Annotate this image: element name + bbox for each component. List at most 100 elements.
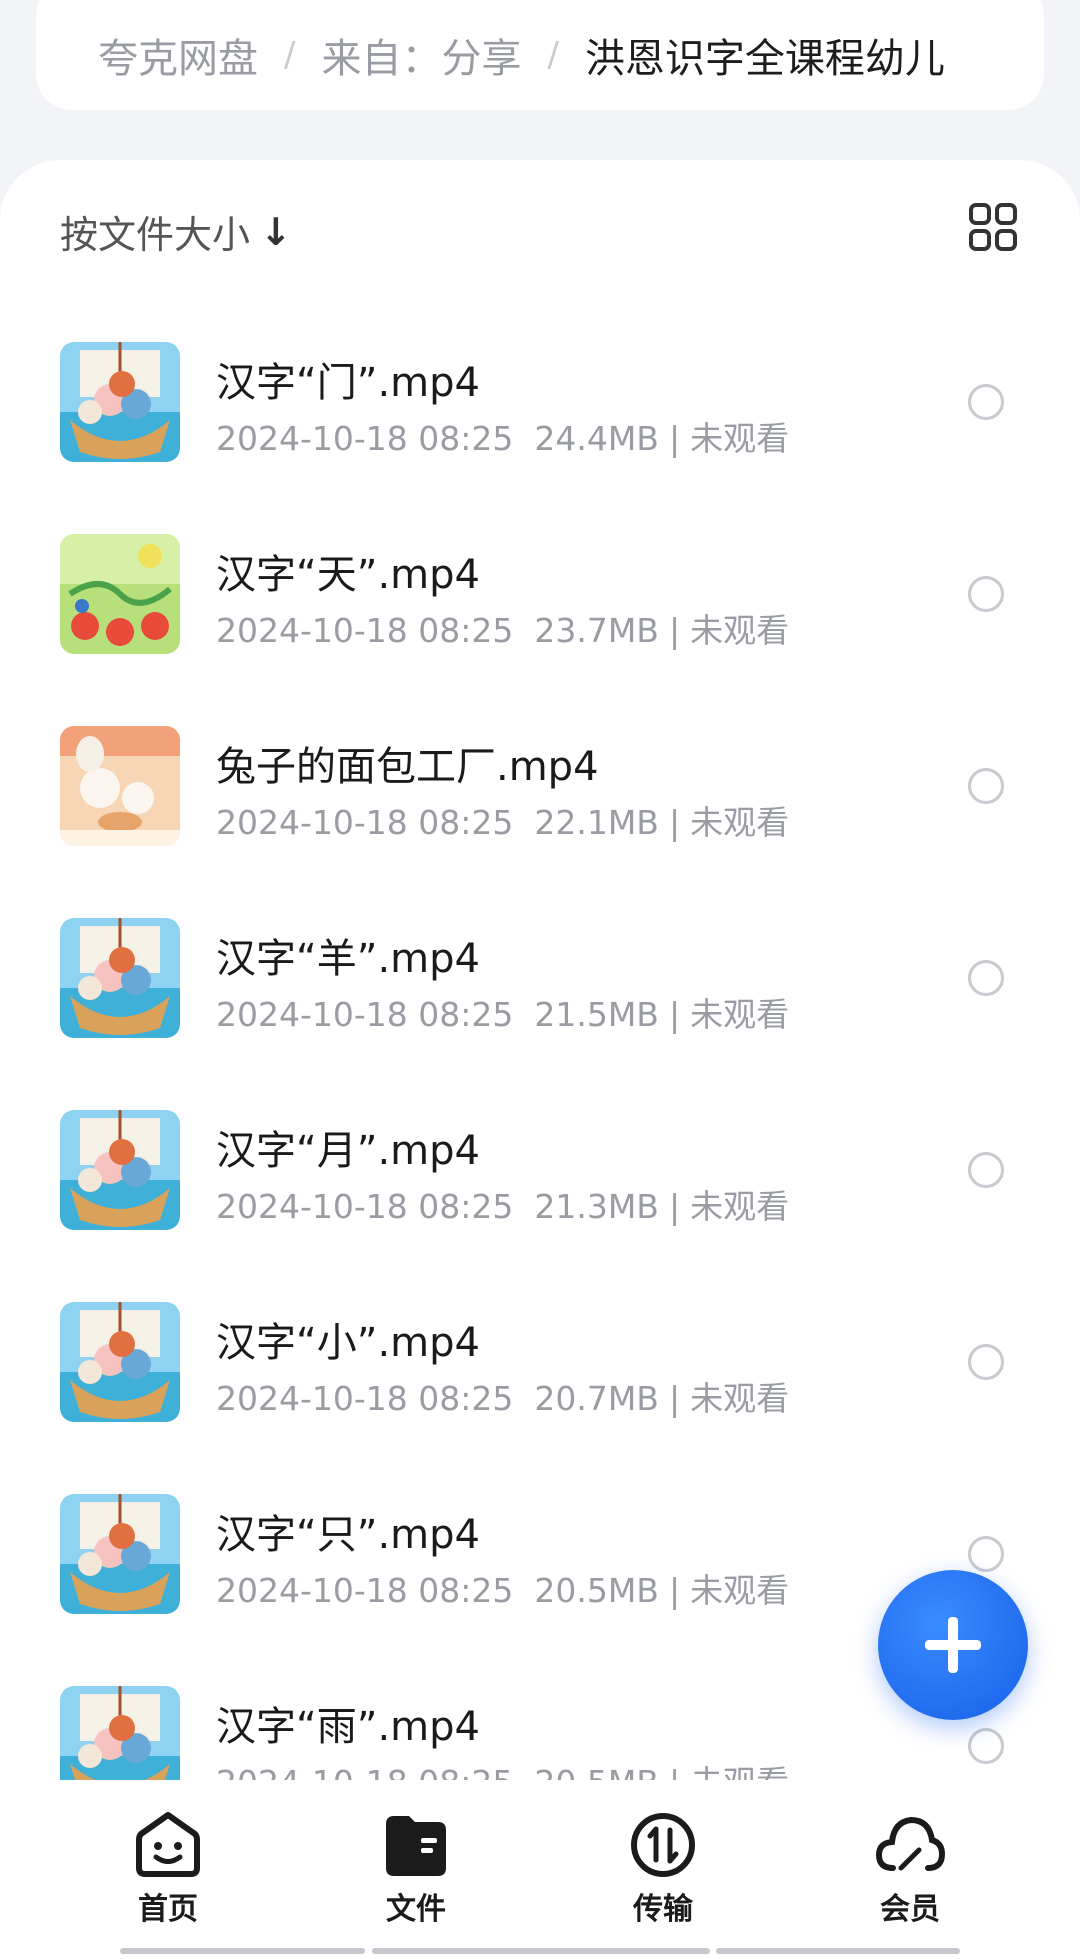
file-meta: 2024-10-18 08:25 20.7MB | 未观看 [216, 1372, 789, 1420]
file-list-panel: 按文件大小 ↓ 汉字“门”.mp4 2024-10-18 08:25 24.4M… [0, 160, 1080, 1780]
watch-status: 未观看 [690, 995, 790, 1034]
home-indicator [716, 1948, 960, 1954]
file-size: 23.7MB [534, 611, 659, 650]
breadcrumb-separator: / [284, 35, 296, 75]
select-radio[interactable] [968, 1344, 1004, 1380]
file-name: 汉字“只”.mp4 [216, 1512, 480, 1558]
watch-status: 未观看 [690, 1379, 790, 1418]
file-name: 汉字“月”.mp4 [216, 1128, 480, 1174]
nav-label-vip: 会员 [880, 1892, 940, 1927]
cloud-icon [875, 1816, 945, 1871]
file-date: 2024-10-18 08:25 [216, 611, 514, 650]
sort-direction-icon: ↓ [260, 209, 292, 254]
file-date: 2024-10-18 08:25 [216, 1379, 514, 1418]
file-name: 汉字“雨”.mp4 [216, 1704, 480, 1750]
file-date: 2024-10-18 08:25 [216, 1763, 513, 1780]
meta-divider: | [669, 1763, 680, 1780]
plus-icon [925, 1617, 981, 1673]
file-row[interactable]: 汉字“小”.mp4 2024-10-18 08:25 20.7MB | 未观看 [0, 1280, 1080, 1472]
meta-divider: | [668, 1379, 681, 1418]
file-name: 汉字“羊”.mp4 [216, 936, 480, 982]
home-indicator [120, 1948, 365, 1954]
file-date: 2024-10-18 08:25 [216, 419, 514, 458]
file-size: 21.5MB [534, 995, 659, 1034]
file-meta: 2024-10-18 08:25 20.5MB|未观看 [216, 1564, 789, 1612]
select-radio[interactable] [968, 1152, 1004, 1188]
file-list: 汉字“门”.mp4 2024-10-18 08:25 24.4MB | 未观看 汉字… [0, 320, 1080, 1780]
file-meta: 2024-10-18 08:25 23.7MB | 未观看 [216, 604, 789, 652]
file-meta: 2024-10-18 08:25 21.3MB | 未观看 [216, 1180, 789, 1228]
video-thumbnail [60, 534, 180, 654]
file-row[interactable]: 汉字“天”.mp4 2024-10-18 08:25 23.7MB | 未观看 [0, 512, 1080, 704]
video-thumbnail [60, 1494, 180, 1614]
breadcrumb-separator: / [547, 35, 559, 75]
watch-status: 未观看 [690, 803, 790, 842]
nav-item-vip[interactable]: 会员 [830, 1810, 990, 1928]
nav-item-files[interactable]: 文件 [336, 1810, 496, 1928]
file-name: 兔子的面包工厂.mp4 [216, 744, 599, 790]
file-size: 20.7MB [534, 1379, 659, 1418]
select-radio[interactable] [968, 576, 1004, 612]
watch-status: 未观看 [690, 1571, 790, 1610]
meta-divider: | [668, 803, 681, 842]
home-indicator [372, 1948, 710, 1954]
video-thumbnail [60, 726, 180, 846]
nav-label-files: 文件 [386, 1892, 446, 1927]
file-date: 2024-10-18 08:25 [216, 1187, 514, 1226]
file-row[interactable]: 汉字“月”.mp4 2024-10-18 08:25 21.3MB | 未观看 [0, 1088, 1080, 1280]
video-thumbnail [60, 1302, 180, 1422]
file-name: 汉字“天”.mp4 [216, 552, 480, 598]
file-row[interactable]: 汉字“羊”.mp4 2024-10-18 08:25 21.5MB | 未观看 [0, 896, 1080, 1088]
breadcrumb-current-folder: 洪恩识字全课程幼儿 [584, 36, 945, 82]
select-radio[interactable] [968, 1536, 1004, 1572]
select-radio[interactable] [968, 384, 1004, 420]
add-button[interactable] [878, 1570, 1028, 1720]
grid-view-icon[interactable] [968, 202, 1018, 252]
file-size: 24.4MB [534, 419, 659, 458]
file-name: 汉字“小”.mp4 [216, 1320, 480, 1366]
video-thumbnail [60, 342, 180, 462]
breadcrumb-share[interactable]: 来自：分享 [321, 26, 521, 84]
meta-divider: | [668, 1571, 681, 1610]
file-size: 20.5MB [534, 1763, 659, 1780]
sort-label: 按文件大小 [60, 213, 251, 257]
bottom-nav: 首页 文件 传输 会员 [0, 1780, 1080, 1959]
watch-status: 未观看 [690, 1763, 789, 1780]
file-meta: 2024-10-18 08:25 22.1MB | 未观看 [216, 796, 789, 844]
video-thumbnail [60, 1686, 180, 1780]
watch-status: 未观看 [690, 611, 790, 650]
meta-divider: | [668, 1187, 681, 1226]
sort-selector[interactable]: 按文件大小 ↓ [60, 204, 292, 259]
select-radio[interactable] [968, 768, 1004, 804]
file-size: 22.1MB [534, 803, 659, 842]
breadcrumb-root[interactable]: 夸克网盘 [98, 26, 258, 84]
home-face-icon [136, 1812, 200, 1877]
select-radio[interactable] [968, 1728, 1004, 1764]
nav-item-home[interactable]: 首页 [88, 1810, 248, 1928]
nav-label-transfer: 传输 [633, 1892, 693, 1927]
file-date: 2024-10-18 08:25 [216, 995, 514, 1034]
watch-status: 未观看 [690, 1187, 790, 1226]
file-meta: 2024-10-18 08:25 24.4MB | 未观看 [216, 412, 789, 460]
breadcrumb: 夸克网盘 / 来自：分享 / 洪恩识字全课程幼儿 [36, 0, 1044, 110]
file-size: 20.5MB [534, 1571, 659, 1610]
video-thumbnail [60, 918, 180, 1038]
file-date: 2024-10-18 08:25 [216, 803, 514, 842]
file-meta: 2024-10-18 08:25 21.5MB | 未观看 [216, 988, 789, 1036]
file-row[interactable]: 汉字“门”.mp4 2024-10-18 08:25 24.4MB | 未观看 [0, 320, 1080, 512]
file-size: 21.3MB [534, 1187, 659, 1226]
watch-status: 未观看 [690, 419, 790, 458]
meta-divider: | [668, 419, 681, 458]
folder-icon [386, 1816, 446, 1876]
video-thumbnail [60, 1110, 180, 1230]
nav-label-home: 首页 [138, 1892, 198, 1927]
file-date: 2024-10-18 08:25 [216, 1571, 514, 1610]
select-radio[interactable] [968, 960, 1004, 996]
file-meta: 2024-10-18 08:25 20.5MB | 未观看 [216, 1756, 789, 1780]
meta-divider: | [668, 995, 681, 1034]
nav-item-transfer[interactable]: 传输 [583, 1810, 743, 1928]
file-row[interactable]: 兔子的面包工厂.mp4 2024-10-18 08:25 22.1MB | 未观看 [0, 704, 1080, 896]
transfer-icon [631, 1813, 695, 1877]
meta-divider: | [668, 611, 681, 650]
file-name: 汉字“门”.mp4 [216, 360, 480, 406]
